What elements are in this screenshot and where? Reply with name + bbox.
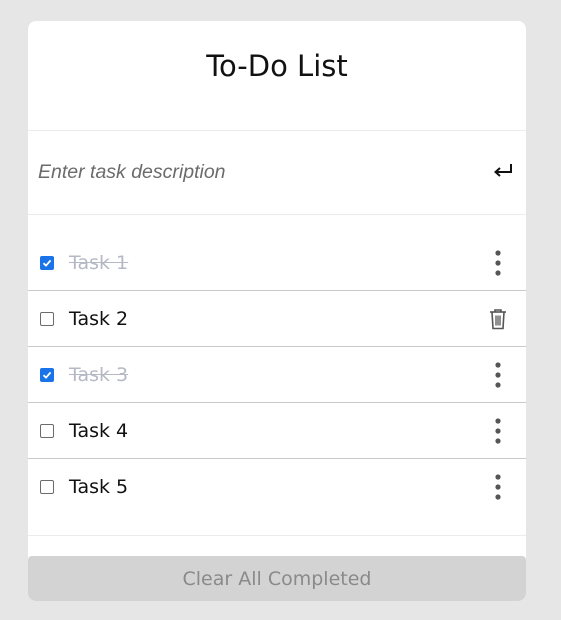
task-label: Task 4 xyxy=(69,419,129,442)
task-row: Task 3 xyxy=(28,347,526,403)
task-row: Task 5 xyxy=(28,459,526,515)
task-row: Task 2 xyxy=(28,291,526,347)
vertical-dots-icon xyxy=(495,249,501,276)
task-label: Task 2 xyxy=(69,307,129,330)
task-checkbox[interactable] xyxy=(40,480,54,494)
task-menu-button[interactable] xyxy=(487,248,509,278)
task-row: Task 1 xyxy=(28,235,526,291)
footer-divider xyxy=(28,535,526,536)
task-description-input[interactable] xyxy=(38,161,490,184)
clear-completed-button[interactable]: Clear All Completed xyxy=(28,556,526,601)
checkmark-icon xyxy=(42,259,52,267)
task-menu-button[interactable] xyxy=(487,416,509,446)
task-menu-button[interactable] xyxy=(487,360,509,390)
submit-task-button[interactable] xyxy=(490,160,516,186)
delete-task-button[interactable] xyxy=(487,304,509,334)
task-label: Task 3 xyxy=(69,363,129,386)
vertical-dots-icon xyxy=(495,417,501,444)
task-checkbox[interactable] xyxy=(40,367,54,382)
task-checkbox[interactable] xyxy=(40,423,54,438)
trash-icon xyxy=(490,308,506,329)
todo-card: To-Do List Task 1 xyxy=(28,21,526,601)
task-checkbox[interactable] xyxy=(40,311,54,326)
page-title: To-Do List xyxy=(28,21,526,131)
task-label: Task 5 xyxy=(69,476,129,498)
task-list: Task 1 Task 2 Task 3 Task 4 Task 5 xyxy=(28,215,526,515)
task-menu-button[interactable] xyxy=(487,472,509,502)
vertical-dots-icon xyxy=(495,474,501,500)
task-input-row xyxy=(28,131,526,215)
vertical-dots-icon xyxy=(495,361,501,388)
checkmark-icon xyxy=(42,371,52,379)
task-row: Task 4 xyxy=(28,403,526,459)
task-checkbox[interactable] xyxy=(40,255,54,270)
task-label: Task 1 xyxy=(69,251,129,274)
enter-arrow-icon xyxy=(491,161,515,185)
